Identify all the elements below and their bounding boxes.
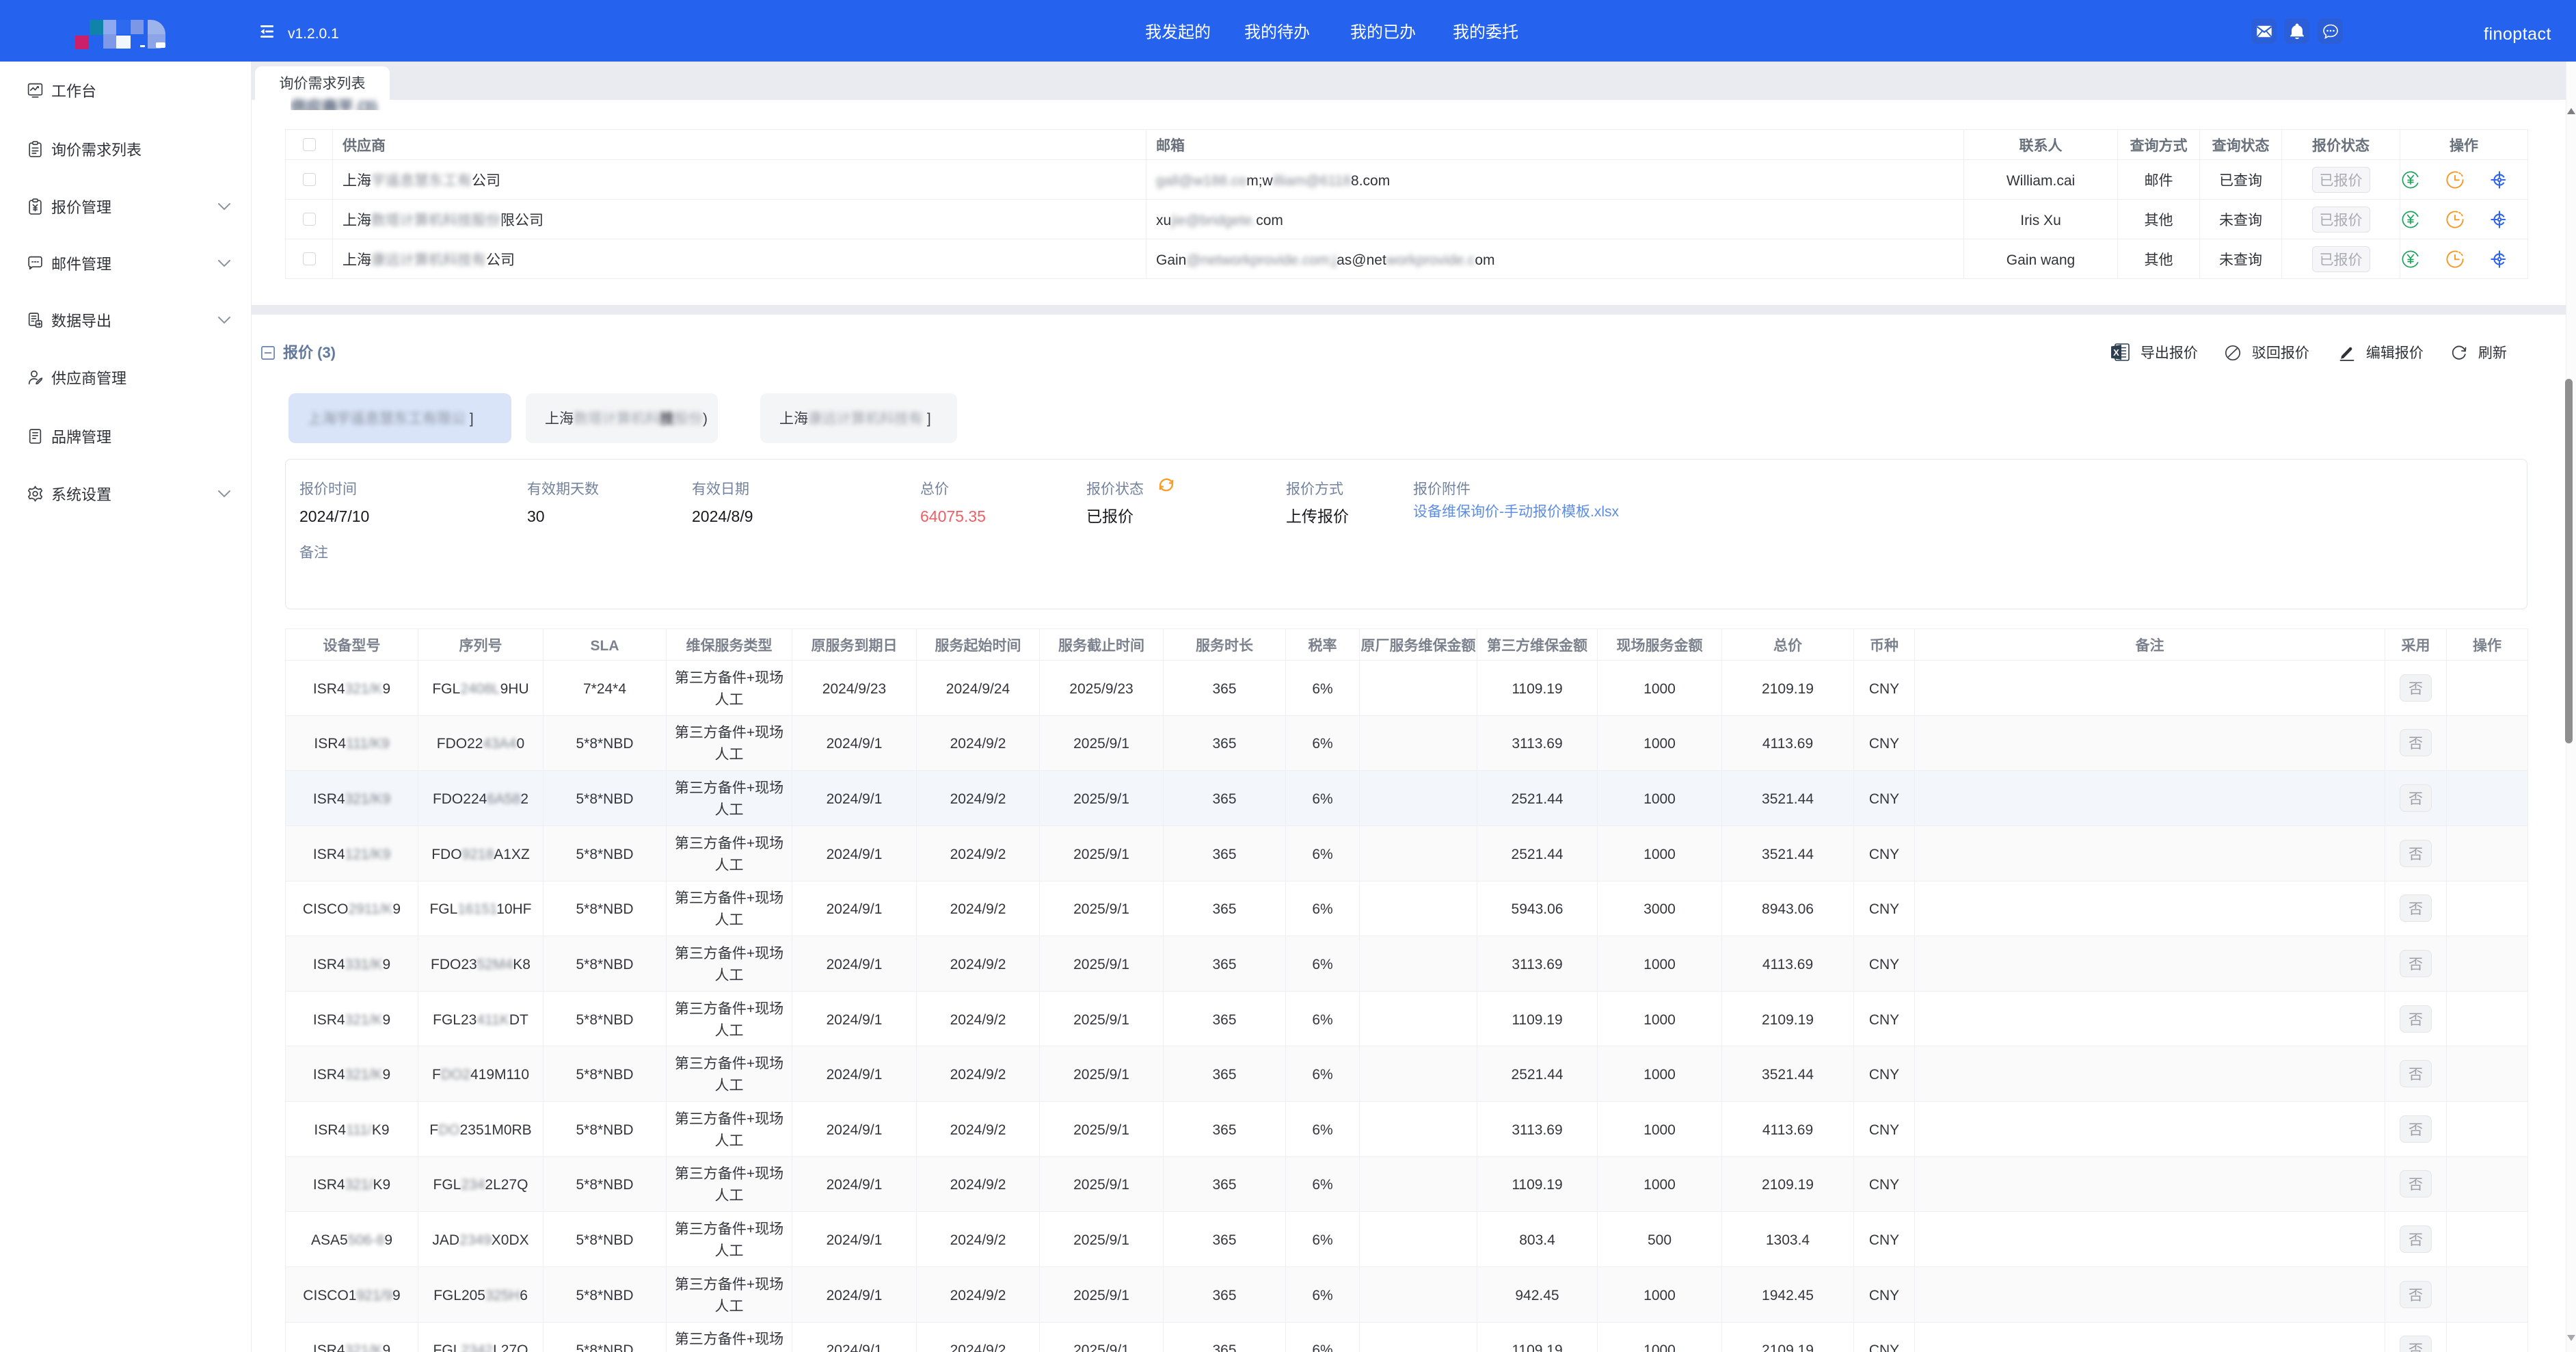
svg-text:X: X (2113, 347, 2119, 358)
